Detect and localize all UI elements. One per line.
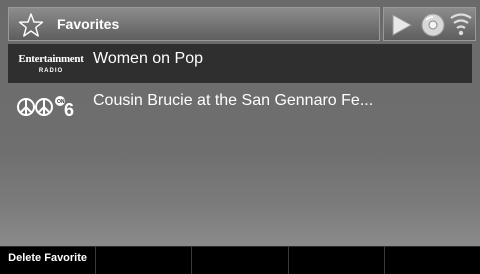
- status-icons: [383, 7, 476, 41]
- softkey-bar: Delete Favorite: [0, 246, 480, 274]
- softkey-5[interactable]: [384, 246, 480, 274]
- softkey-4[interactable]: [288, 246, 385, 274]
- favorite-item-label: Women on Pop: [93, 50, 203, 67]
- softkey-3[interactable]: [192, 246, 289, 274]
- favorites-list: Entertainment RADIO Women on Pop ON 6 Co…: [8, 44, 472, 128]
- audio-disc-icon: [421, 13, 445, 37]
- page-title: Favorites: [57, 16, 120, 32]
- svg-text:6: 6: [64, 100, 74, 120]
- star-outline-icon: [18, 13, 44, 37]
- sixties-on-6-logo: ON 6: [17, 96, 74, 120]
- favorite-item-label: Cousin Brucie at the San Gennaro Fe...: [93, 92, 374, 109]
- favorite-item-women-on-pop[interactable]: Entertainment RADIO Women on Pop: [8, 44, 472, 83]
- favorites-screen: Favorites Entertainment RADIO Women on P…: [0, 0, 480, 274]
- play-icon[interactable]: [390, 12, 414, 38]
- delete-favorite-button[interactable]: Delete Favorite: [0, 246, 97, 274]
- favorite-item-cousin-brucie[interactable]: ON 6 Cousin Brucie at the San Gennaro Fe…: [8, 86, 472, 125]
- entertainment-radio-logo: Entertainment RADIO: [18, 53, 84, 74]
- softkey-2[interactable]: [96, 246, 193, 274]
- header-bar: Favorites: [8, 7, 380, 41]
- signal-strength-icon: [450, 13, 472, 36]
